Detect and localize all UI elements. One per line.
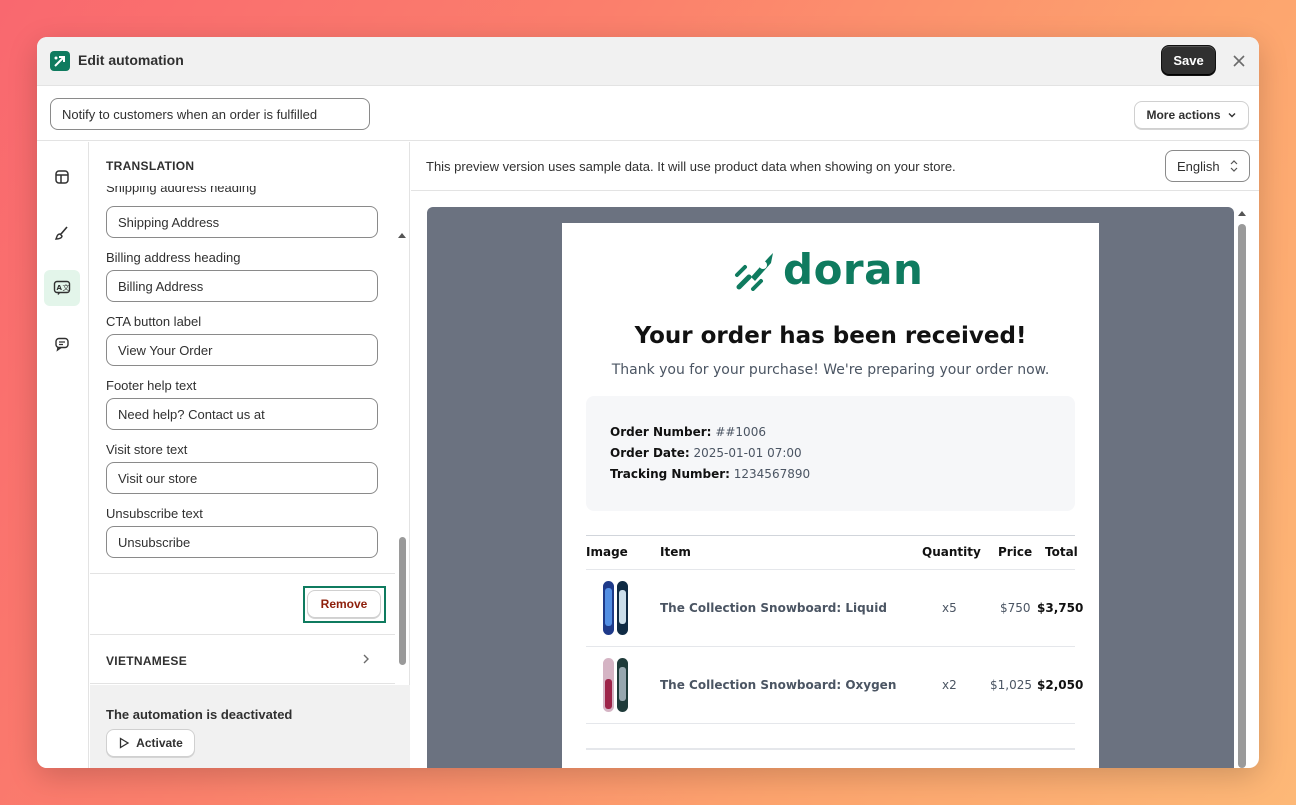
order-date: 2025-01-01 07:00 [693, 446, 802, 460]
brand-name: doran [783, 245, 924, 294]
email-subheading: Thank you for your purchase! We're prepa… [611, 362, 1050, 378]
item-price: $1,025 [990, 678, 1032, 692]
item-quantity: x5 [942, 601, 957, 615]
column-header-item: Item [660, 545, 691, 559]
language-select[interactable]: English [1165, 150, 1250, 182]
email-preview: doran Your order has been received! Than… [562, 223, 1099, 768]
field-label: Visit store text [106, 442, 188, 457]
table-row-divider [586, 569, 1075, 570]
preview-toolbar: This preview version uses sample data. I… [411, 142, 1259, 191]
preview-scrollbar[interactable] [1238, 224, 1246, 768]
order-date-line: Order Date: 2025-01-01 07:00 [610, 446, 802, 460]
scroll-up-arrow-icon[interactable] [398, 233, 406, 238]
order-number: ##1006 [715, 425, 766, 439]
svg-text:文: 文 [63, 283, 70, 292]
language-row-vietnamese[interactable]: VIETNAMESE [90, 636, 395, 684]
play-icon [120, 737, 130, 749]
language-label: VIETNAMESE [106, 654, 188, 668]
title-bar: Edit automation Save [37, 37, 1259, 86]
status-text: The automation is deactivated [106, 707, 293, 722]
select-arrows-icon [1230, 160, 1238, 172]
automation-name-bar: More actions [37, 87, 1259, 141]
item-name: The Collection Snowboard: Liquid [660, 601, 887, 615]
billing-address-heading-input[interactable] [106, 270, 378, 302]
preview-scroll-up-arrow-icon[interactable] [1238, 211, 1246, 216]
cta-button-label-input[interactable] [106, 334, 378, 366]
edit-automation-window: Edit automation Save More actions A文 TRA… [37, 37, 1259, 768]
email-heading: Your order has been received! [634, 323, 1027, 349]
column-header-quantity: Quantity [922, 545, 981, 559]
language-select-value: English [1177, 158, 1220, 174]
field-label: Billing address heading [106, 250, 241, 265]
item-quantity: x2 [942, 678, 957, 692]
activate-button[interactable]: Activate [106, 729, 195, 757]
column-header-image: Image [586, 545, 628, 559]
automation-status-section: The automation is deactivated Activate [90, 685, 410, 768]
chevron-down-icon [1228, 113, 1235, 118]
unsubscribe-text-input[interactable] [106, 526, 378, 558]
column-header-total: Total [1045, 545, 1078, 559]
email-bottom-rule [586, 748, 1075, 750]
translation-header: TRANSLATION [106, 159, 195, 173]
tracking-number-line: Tracking Number: 1234567890 [610, 467, 811, 481]
automation-name-input[interactable] [50, 98, 370, 130]
layout-icon[interactable] [44, 159, 80, 195]
section-rail: A文 [37, 142, 89, 768]
preview-note: This preview version uses sample data. I… [426, 159, 956, 174]
activate-label: Activate [136, 736, 183, 750]
product-image-oxygen [603, 658, 628, 712]
visit-store-text-input[interactable] [106, 462, 378, 494]
shipping-address-heading-input[interactable] [106, 206, 378, 238]
remove-row: Remove [90, 573, 395, 635]
field-label: CTA button label [106, 314, 202, 329]
table-row-divider [586, 646, 1075, 647]
order-info-box: Order Number: ##1006 Order Date: 2025-01… [586, 396, 1075, 511]
chat-icon[interactable] [44, 326, 80, 362]
more-actions-label: More actions [1146, 108, 1221, 122]
save-button[interactable]: Save [1161, 45, 1216, 76]
rocket-logo-icon [735, 253, 773, 291]
brand-logo: doran [733, 249, 923, 291]
close-icon[interactable] [1229, 51, 1249, 71]
translation-fields-scroll[interactable]: Shipping address heading Billing address… [90, 186, 395, 573]
field-label: Unsubscribe text [106, 506, 203, 521]
email-preview-area[interactable]: doran Your order has been received! Than… [427, 207, 1234, 768]
field-label: Footer help text [106, 378, 197, 393]
order-number-line: Order Number: ##1006 [610, 425, 766, 439]
table-top-rule [586, 535, 1075, 536]
column-header-price: Price [998, 545, 1033, 559]
window-title: Edit automation [78, 52, 184, 68]
tracking-number: 1234567890 [733, 467, 811, 481]
app-logo-icon [50, 51, 70, 71]
brush-icon[interactable] [44, 215, 80, 251]
chevron-right-icon [363, 654, 369, 664]
product-image-liquid [603, 581, 628, 635]
translation-panel: TRANSLATION Shipping address heading Bil… [90, 142, 410, 768]
translate-icon[interactable]: A文 [44, 270, 80, 306]
item-total: $2,050 [1037, 678, 1084, 692]
item-total: $3,750 [1037, 601, 1084, 615]
item-price: $750 [1000, 601, 1031, 615]
footer-help-text-input[interactable] [106, 398, 378, 430]
remove-button[interactable]: Remove [307, 590, 381, 618]
item-name: The Collection Snowboard: Oxygen [660, 678, 897, 692]
field-label: Shipping address heading [106, 186, 257, 195]
more-actions-button[interactable]: More actions [1134, 101, 1249, 129]
panel-scrollbar[interactable] [399, 537, 406, 665]
table-row-divider [586, 723, 1075, 724]
